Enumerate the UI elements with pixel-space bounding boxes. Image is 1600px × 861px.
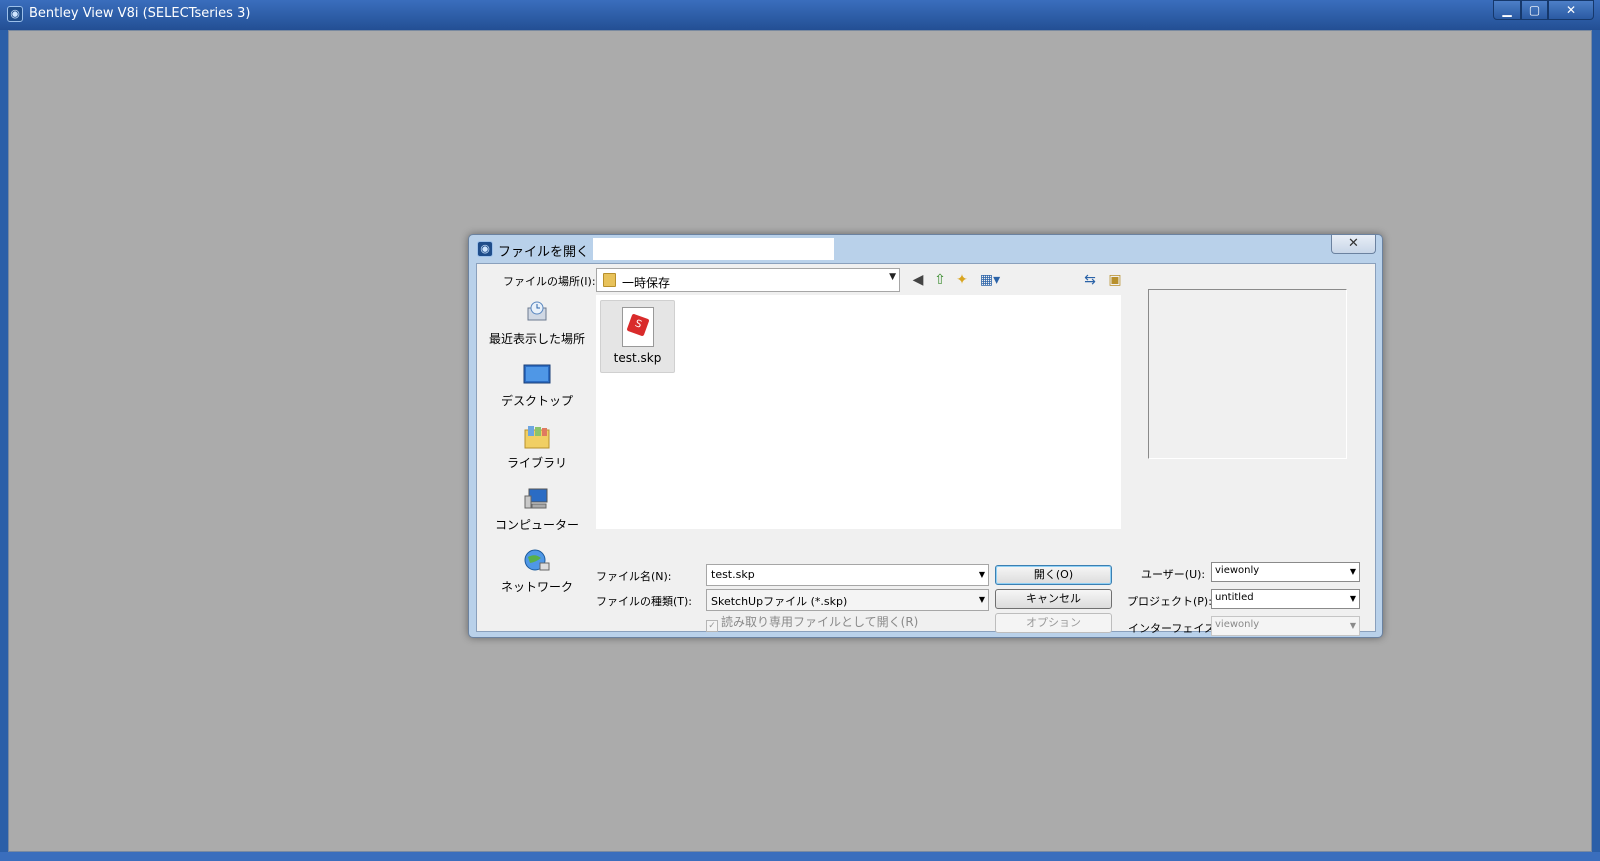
chevron-down-icon[interactable]: ▼ — [1350, 594, 1356, 603]
view-menu-icon[interactable]: ▦▾ — [977, 272, 1003, 288]
file-name-input[interactable]: test.skp ▼ — [706, 564, 989, 586]
dialog-title-redacted — [593, 238, 834, 260]
chevron-down-icon[interactable]: ▼ — [979, 570, 985, 579]
user-value: viewonly — [1215, 565, 1260, 576]
place-recent[interactable]: 最近表示した場所 — [485, 298, 589, 358]
place-network[interactable]: ネットワーク — [485, 546, 589, 606]
sketchup-file-icon: S — [621, 307, 654, 347]
up-folder-icon[interactable]: ⇧ — [932, 272, 948, 288]
file-list[interactable]: S test.skp — [596, 295, 1121, 529]
look-in-combo[interactable]: 一時保存 ▼ — [596, 268, 900, 292]
dialog-title: ファイルを開く - — [498, 245, 598, 260]
place-label: ライブラリ — [506, 456, 567, 470]
app-titlebar: ◉ Bentley View V8i (SELECTseries 3) ▁ ▢ … — [0, 0, 1600, 30]
project-value: untitled — [1215, 592, 1254, 603]
desktop-icon — [523, 364, 551, 384]
user-label: ユーザー(U): — [1141, 568, 1206, 581]
app-bottom-border — [0, 852, 1600, 861]
minimize-button[interactable]: ▁ — [1493, 0, 1521, 20]
look-in-value: 一時保存 — [622, 276, 671, 290]
chevron-down-icon[interactable]: ▼ — [979, 595, 985, 604]
place-library[interactable]: ライブラリ — [485, 422, 589, 482]
file-name: test.skp — [613, 351, 662, 365]
project-label: プロジェクト(P): — [1127, 595, 1212, 608]
cancel-button[interactable]: キャンセル — [995, 589, 1112, 609]
place-computer[interactable]: コンピューター — [485, 484, 589, 544]
chevron-down-icon[interactable]: ▼ — [889, 272, 896, 282]
file-name-value: test.skp — [711, 568, 755, 581]
place-label: 最近表示した場所 — [488, 332, 585, 346]
open-button[interactable]: 開く(O) — [995, 565, 1112, 585]
interface-value: viewonly — [1215, 619, 1260, 630]
user-select[interactable]: viewonly ▼ — [1211, 562, 1360, 582]
readonly-checkbox-wrap[interactable]: ✓ 読み取り専用ファイルとして開く(R) — [706, 613, 918, 632]
recent-places-icon — [527, 301, 547, 321]
open-file-dialog: ◉ ファイルを開く - ✕ ファイルの場所(I): 一時保存 ▼ ◀ ⇧ ✦ ▦… — [468, 234, 1383, 638]
close-button[interactable]: ✕ — [1548, 0, 1594, 20]
computer-icon — [524, 488, 548, 509]
interface-select[interactable]: viewonly ▼ — [1211, 616, 1360, 636]
folder-properties-icon[interactable]: ▣ — [1107, 272, 1123, 288]
places-bar: 最近表示した場所 デスクトップ ライブラリ コンピューター ネットワーク — [485, 294, 589, 628]
interface-label: インターフェイス: — [1128, 622, 1219, 635]
folder-icon — [603, 273, 616, 287]
chevron-down-icon[interactable]: ▼ — [1350, 621, 1356, 630]
switch-icon[interactable]: ⇆ — [1082, 272, 1098, 288]
file-type-select[interactable]: SketchUpファイル (*.skp) ▼ — [706, 589, 989, 611]
place-desktop[interactable]: デスクトップ — [485, 360, 589, 420]
file-type-label: ファイルの種類(T): — [596, 595, 693, 608]
readonly-checkbox[interactable]: ✓ — [706, 620, 718, 632]
readonly-label: 読み取り専用ファイルとして開く(R) — [721, 615, 919, 629]
back-icon[interactable]: ◀ — [910, 272, 926, 288]
dialog-body: ファイルの場所(I): 一時保存 ▼ ◀ ⇧ ✦ ▦▾ ⇆ ▣ 最近表示した場所 — [476, 263, 1376, 636]
file-name-label: ファイル名(N): — [596, 570, 672, 583]
dialog-close-button[interactable]: ✕ — [1331, 235, 1376, 254]
place-label: ネットワーク — [500, 580, 573, 594]
maximize-button[interactable]: ▢ — [1521, 0, 1548, 20]
file-item[interactable]: S test.skp — [600, 300, 675, 373]
library-icon — [524, 426, 550, 449]
look-in-label: ファイルの場所(I): — [503, 275, 596, 288]
new-folder-icon[interactable]: ✦ — [954, 272, 970, 288]
options-button[interactable]: オプション — [995, 613, 1112, 633]
dialog-icon: ◉ — [477, 241, 493, 257]
app-title: Bentley View V8i (SELECTseries 3) — [29, 6, 251, 21]
file-type-value: SketchUpファイル (*.skp) — [711, 595, 848, 608]
preview-pane — [1148, 289, 1347, 459]
place-label: コンピューター — [494, 518, 579, 532]
network-icon — [524, 549, 550, 571]
chevron-down-icon[interactable]: ▼ — [1350, 567, 1356, 576]
project-select[interactable]: untitled ▼ — [1211, 589, 1360, 609]
bentley-view-icon: ◉ — [7, 6, 23, 22]
place-label: デスクトップ — [500, 394, 573, 408]
